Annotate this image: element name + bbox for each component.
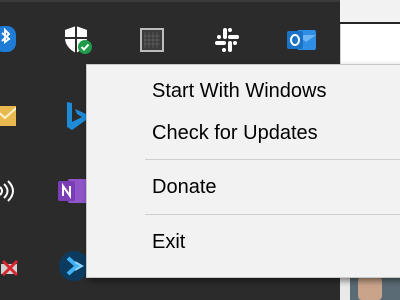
menu-separator — [145, 159, 400, 160]
windows-security-icon[interactable] — [62, 24, 94, 56]
outlook-icon[interactable] — [287, 27, 317, 53]
menu-item-label: Exit — [152, 231, 186, 253]
context-menu: Start With Windows Check for Updates Don… — [86, 64, 400, 278]
menu-item-label: Donate — [152, 176, 217, 198]
window-content-fragment — [340, 24, 400, 64]
slack-icon[interactable] — [214, 27, 240, 53]
menu-item-label: Start With Windows — [152, 80, 327, 102]
menu-item-start-with-windows[interactable]: Start With Windows — [87, 71, 400, 111]
bluetooth-icon[interactable] — [0, 26, 16, 52]
network-audio-icon[interactable] — [0, 180, 18, 202]
disconnected-drive-icon[interactable] — [0, 258, 20, 278]
menu-item-label: Check for Updates — [152, 122, 318, 144]
menu-separator — [145, 214, 400, 215]
mail-icon[interactable] — [0, 104, 16, 128]
onenote-icon[interactable] — [58, 177, 88, 205]
menu-item-exit[interactable]: Exit — [87, 222, 400, 262]
menu-item-check-for-updates[interactable]: Check for Updates — [87, 113, 400, 153]
menu-item-donate[interactable]: Donate — [87, 167, 400, 207]
bing-icon[interactable] — [64, 100, 88, 134]
window-grid-icon[interactable] — [140, 28, 164, 52]
window-titlebar-fragment — [340, 0, 400, 22]
